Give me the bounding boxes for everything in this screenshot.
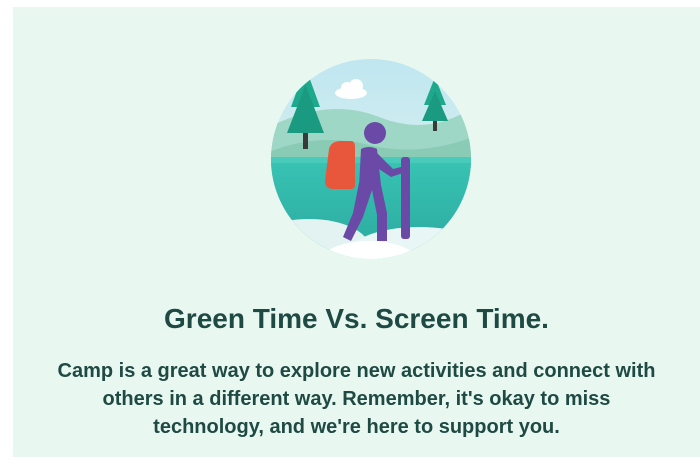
card-title: Green Time Vs. Screen Time. <box>164 303 549 334</box>
hiker-icon <box>271 59 471 259</box>
green-time-card: Green Time Vs. Screen Time. Camp is a gr… <box>13 7 700 457</box>
card-body-text: Camp is a great way to explore new activ… <box>57 360 656 438</box>
